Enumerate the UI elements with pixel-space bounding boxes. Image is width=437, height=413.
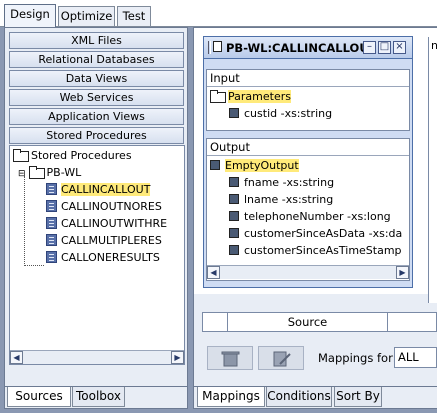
tab-conditions[interactable]: Conditions <box>266 387 332 407</box>
folder-open-icon <box>28 166 45 179</box>
category-web-services[interactable]: Web Services <box>9 89 184 106</box>
tree-item-callincallout[interactable]: CALLINCALLOUT <box>46 182 151 198</box>
scroll-left-arrow-icon[interactable]: ◀ <box>207 266 220 279</box>
tree-node-pb-wl[interactable]: ⊟ PB-WL <box>18 165 81 181</box>
category-data-views[interactable]: Data Views <box>9 70 184 87</box>
folder-open-icon <box>210 90 226 103</box>
tree-item-label: CALLINOUTNORES <box>61 200 162 213</box>
tab-sources[interactable]: Sources <box>7 387 71 407</box>
group-label: Parameters <box>228 90 291 103</box>
tree-item-calloneresults[interactable]: CALLONERESULTS <box>46 250 160 266</box>
tab-sort-by[interactable]: Sort By <box>334 387 382 407</box>
tree-item-label: CALLMULTIPLERES <box>61 234 162 247</box>
field-icon <box>229 211 239 221</box>
output-group-emptyoutput[interactable]: EmptyOutput <box>210 157 299 174</box>
source-node-window[interactable]: PB-WL:CALLINCALLOU – □ × Input Parameter… <box>203 36 413 288</box>
tab-test[interactable]: Test <box>117 6 151 26</box>
output-horizontal-scrollbar[interactable]: ◀ ▶ <box>207 265 409 279</box>
output-field[interactable]: fname -xs:string <box>229 174 334 191</box>
tree-item-label: CALLINOUTWITHRE <box>61 217 168 230</box>
center-bottom-tab-bar: Mappings Conditions Sort By <box>194 386 437 408</box>
field-icon <box>229 177 239 187</box>
mappings-for-select[interactable]: ALL <box>394 347 437 368</box>
tree-item-callinoutnores[interactable]: CALLINOUTNORES <box>46 199 162 215</box>
input-section: Input Parameters custid -xs:string <box>206 69 410 131</box>
tab-optimize[interactable]: Optimize <box>58 6 115 26</box>
target-panel-edge: n <box>428 37 437 303</box>
field-icon <box>229 108 239 118</box>
tree-item-callmultipleres[interactable]: CALLMULTIPLERES <box>46 233 162 249</box>
input-label: Input <box>210 71 240 85</box>
category-relational-databases[interactable]: Relational Databases <box>9 51 184 68</box>
maximize-icon[interactable]: □ <box>378 41 391 54</box>
output-section: Output EmptyOutput fname -xs:string lnam… <box>206 138 410 281</box>
output-field[interactable]: lname -xs:string <box>229 191 333 208</box>
design-workspace: XML Files Relational Databases Data View… <box>0 27 437 413</box>
field-icon <box>229 245 239 255</box>
output-field[interactable]: customerSinceAsData -xs:da <box>229 225 407 242</box>
tab-toolbox[interactable]: Toolbox <box>72 387 125 407</box>
tree-item-label: CALLONERESULTS <box>61 251 160 264</box>
field-label: customerSinceAsData -xs:da <box>244 227 403 240</box>
delete-mapping-button[interactable] <box>207 346 253 370</box>
group-label: EmptyOutput <box>225 159 299 172</box>
procedure-icon <box>46 183 57 195</box>
tab-mappings[interactable]: Mappings <box>197 387 265 407</box>
input-field[interactable]: custid -xs:string <box>229 105 332 122</box>
category-xml-files[interactable]: XML Files <box>9 32 184 49</box>
scroll-left-arrow-icon[interactable]: ◀ <box>10 351 23 364</box>
mappings-for-label: Mappings for: <box>318 351 397 365</box>
grid-header-source[interactable]: Source <box>228 313 387 331</box>
sources-panel: XML Files Relational Databases Data View… <box>4 27 188 409</box>
truncated-label: n <box>431 39 437 52</box>
window-grip-icon <box>208 41 222 54</box>
tab-design[interactable]: Design <box>4 4 56 27</box>
tree-item-callinoutwithre[interactable]: CALLINOUTWITHRE <box>46 216 167 232</box>
field-label: custid -xs:string <box>244 107 333 120</box>
minimize-icon[interactable]: – <box>363 41 376 54</box>
tree-guide-line <box>24 176 25 266</box>
field-icon <box>229 194 239 204</box>
design-canvas: PB-WL:CALLINCALLOU – □ × Input Parameter… <box>194 28 437 294</box>
mapping-panel: PB-WL:CALLINCALLOU – □ × Input Parameter… <box>193 27 437 409</box>
trash-icon <box>221 351 240 367</box>
field-label: customerSinceAsTimeStamp <box>244 244 402 257</box>
top-tab-bar: Design Optimize Test <box>0 0 437 27</box>
tree-node-stored-procedures[interactable]: Stored Procedures <box>13 148 132 164</box>
scroll-right-arrow-icon[interactable]: ▶ <box>171 351 184 364</box>
procedure-icon <box>46 251 57 263</box>
edit-icon <box>273 351 291 367</box>
node-title: PB-WL:CALLINCALLOU <box>226 41 369 55</box>
procedure-icon <box>46 200 57 212</box>
close-icon[interactable]: × <box>393 41 406 54</box>
edit-mapping-button[interactable] <box>258 346 304 370</box>
category-application-views[interactable]: Application Views <box>9 108 184 125</box>
mapping-grid: Source <box>202 312 437 332</box>
procedure-icon <box>46 234 57 246</box>
procedure-icon <box>46 217 57 229</box>
tree-item-label: CALLINCALLOUT <box>61 183 151 196</box>
tree-guide-line <box>24 265 44 266</box>
field-icon <box>229 228 239 238</box>
field-label: fname -xs:string <box>244 176 335 189</box>
element-icon <box>210 160 220 170</box>
tree-node-label: PB-WL <box>46 166 82 179</box>
scroll-right-arrow-icon[interactable]: ▶ <box>396 266 409 279</box>
source-tree: Stored Procedures ⊟ PB-WL CALLINCALLOUT C… <box>9 145 185 365</box>
left-bottom-tab-bar: Sources Toolbox <box>5 386 187 408</box>
output-field[interactable]: customerSinceAsTimeStamp <box>229 242 407 259</box>
input-group-parameters[interactable]: Parameters <box>210 88 291 105</box>
tree-node-label: Stored Procedures <box>31 149 132 162</box>
folder-open-icon <box>13 149 29 162</box>
field-label: telephoneNumber -xs:long <box>244 210 391 223</box>
category-stored-procedures[interactable]: Stored Procedures <box>9 127 184 144</box>
mapping-editor: Source Mappings for: ALL <box>194 300 437 386</box>
output-field[interactable]: telephoneNumber -xs:long <box>229 208 391 225</box>
tree-horizontal-scrollbar[interactable]: ◀ ▶ <box>10 350 184 364</box>
node-title-bar[interactable]: PB-WL:CALLINCALLOU – □ × <box>204 37 412 59</box>
output-label: Output <box>210 140 250 154</box>
field-label: lname -xs:string <box>244 193 334 206</box>
